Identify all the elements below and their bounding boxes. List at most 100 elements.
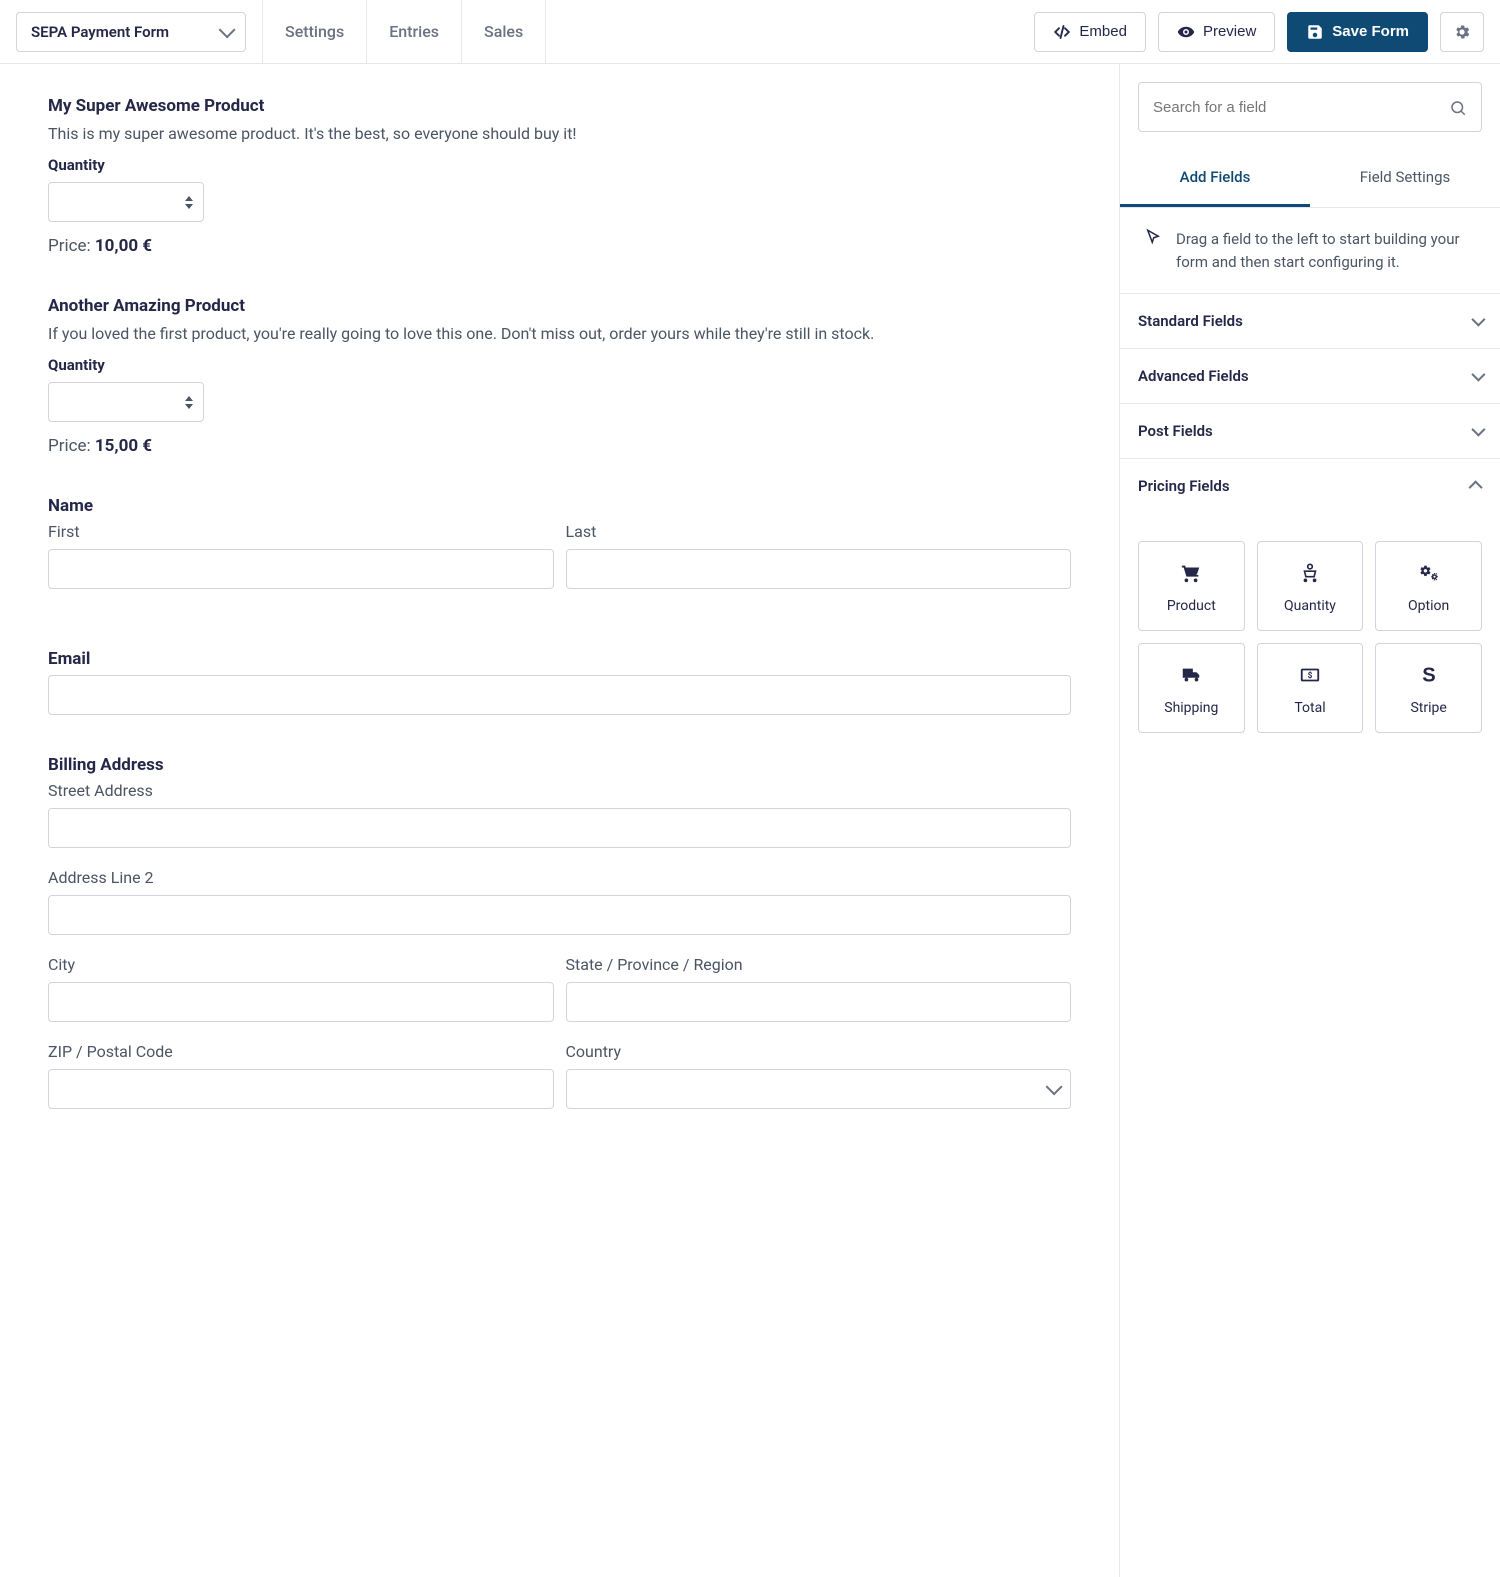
email-input[interactable] [48,675,1071,715]
stripe-icon: S [1418,664,1440,686]
svg-text:$: $ [1308,670,1313,681]
quantity-label: Quantity [48,156,1071,174]
first-name-label: First [48,522,554,541]
email-label: Email [48,649,1071,669]
nav-tab-settings[interactable]: Settings [262,0,367,63]
save-icon [1306,23,1324,41]
accordion-pricing-fields[interactable]: Pricing Fields [1120,459,1500,513]
form-canvas: My Super Awesome Product This is my supe… [0,64,1120,1577]
search-icon [1449,98,1467,116]
settings-gear-button[interactable] [1440,12,1484,52]
line2-input[interactable] [48,895,1071,935]
cursor-icon [1144,228,1162,253]
field-card-shipping[interactable]: Shipping [1138,643,1245,733]
form-selector-dropdown[interactable]: SEPA Payment Form [16,12,246,52]
price-line: Price: 15,00 € [48,436,1071,456]
cart-icon [1180,562,1202,584]
quantity-stepper[interactable] [48,382,204,422]
zip-label: ZIP / Postal Code [48,1042,554,1061]
state-input[interactable] [566,982,1072,1022]
country-label: Country [566,1042,1072,1061]
hint-text: Drag a field to the left to start buildi… [1176,228,1476,273]
quantity-stepper[interactable] [48,182,204,222]
last-name-label: Last [566,522,1072,541]
field-card-label: Product [1167,598,1216,614]
tab-add-fields[interactable]: Add Fields [1120,150,1310,207]
stepper-icon [185,396,193,409]
gear-icon [1453,23,1471,41]
form-selector-label: SEPA Payment Form [31,23,169,41]
panel-tabs: Add Fields Field Settings [1120,150,1500,208]
zip-input[interactable] [48,1069,554,1109]
state-label: State / Province / Region [566,955,1072,974]
accordion-label: Standard Fields [1138,312,1243,330]
price-value: 10,00 € [95,236,152,256]
billing-label: Billing Address [48,755,1071,775]
field-card-quantity[interactable]: Quantity [1257,541,1364,631]
field-card-label: Option [1408,598,1449,614]
price-label: Price: [48,236,91,256]
field-card-product[interactable]: Product [1138,541,1245,631]
field-card-stripe[interactable]: S Stripe [1375,643,1482,733]
accordion-standard-fields[interactable]: Standard Fields [1120,294,1500,349]
embed-label: Embed [1079,23,1127,40]
embed-button[interactable]: Embed [1034,12,1146,52]
field-card-label: Shipping [1164,700,1218,716]
last-name-input[interactable] [566,549,1072,589]
chevron-down-icon [1471,368,1485,382]
accordion-label: Pricing Fields [1138,477,1230,495]
chevron-up-icon [1469,480,1483,494]
money-icon: $ [1299,664,1321,686]
accordion-label: Advanced Fields [1138,367,1249,385]
price-line: Price: 10,00 € [48,236,1071,256]
price-label: Price: [48,436,91,456]
field-card-label: Stripe [1410,700,1446,716]
code-icon [1053,23,1071,41]
accordion-post-fields[interactable]: Post Fields [1120,404,1500,459]
nav-tabs: Settings Entries Sales [262,0,546,63]
product-description: If you loved the first product, you're r… [48,322,1071,346]
email-field[interactable]: Email [48,649,1071,715]
street-input[interactable] [48,808,1071,848]
chevron-down-icon [1471,423,1485,437]
nav-tab-sales[interactable]: Sales [462,0,546,63]
preview-button[interactable]: Preview [1158,12,1275,52]
billing-address-field[interactable]: Billing Address Street Address Address L… [48,755,1071,1109]
cart-plus-icon [1299,562,1321,584]
quantity-label: Quantity [48,356,1071,374]
product-field-2[interactable]: Another Amazing Product If you loved the… [48,296,1071,456]
name-label: Name [48,496,1071,516]
svg-text:S: S [1422,664,1435,686]
product-field-1[interactable]: My Super Awesome Product This is my supe… [48,96,1071,256]
nav-tab-entries[interactable]: Entries [367,0,462,63]
city-label: City [48,955,554,974]
toolbar: SEPA Payment Form Settings Entries Sales… [0,0,1500,64]
price-value: 15,00 € [95,436,152,456]
product-title: My Super Awesome Product [48,96,1071,116]
product-title: Another Amazing Product [48,296,1071,316]
save-label: Save Form [1332,23,1409,40]
field-card-total[interactable]: $ Total [1257,643,1364,733]
accordion-advanced-fields[interactable]: Advanced Fields [1120,349,1500,404]
city-input[interactable] [48,982,554,1022]
side-panel: Add Fields Field Settings Drag a field t… [1120,64,1500,1577]
product-description: This is my super awesome product. It's t… [48,122,1071,146]
country-select[interactable] [566,1069,1072,1109]
chevron-down-icon [219,21,236,38]
pricing-fields-grid: Product Quantity Option Shipping [1120,513,1500,751]
street-label: Street Address [48,781,1071,800]
line2-label: Address Line 2 [48,868,1071,887]
gears-icon [1418,562,1440,584]
field-search-box[interactable] [1138,82,1482,132]
field-card-option[interactable]: Option [1375,541,1482,631]
chevron-down-icon [1471,313,1485,327]
field-card-label: Quantity [1284,598,1336,614]
first-name-input[interactable] [48,549,554,589]
search-input[interactable] [1153,99,1449,116]
name-field[interactable]: Name First Last [48,496,1071,609]
accordion-label: Post Fields [1138,422,1213,440]
truck-icon [1180,664,1202,686]
save-form-button[interactable]: Save Form [1287,12,1428,52]
stepper-icon [185,196,193,209]
tab-field-settings[interactable]: Field Settings [1310,150,1500,207]
